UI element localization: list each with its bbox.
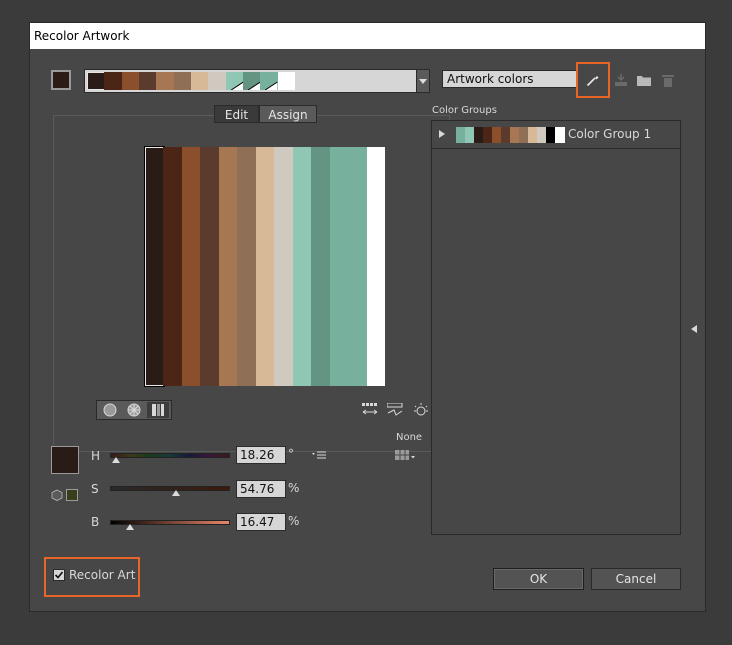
strip-color-cell[interactable]: [156, 72, 175, 90]
find-colors-in-artwork-icon[interactable]: [411, 401, 431, 419]
color-bar[interactable]: [144, 146, 165, 387]
dialog-title: Recolor Artwork: [30, 23, 705, 49]
color-bar[interactable]: [200, 147, 220, 386]
eyedropper-icon[interactable]: [582, 69, 604, 91]
color-bar[interactable]: [181, 147, 201, 386]
tab-edit[interactable]: Edit: [214, 105, 259, 123]
preset-dropdown[interactable]: Artwork colors: [442, 70, 578, 88]
randomly-change-order-icon[interactable]: [360, 401, 380, 419]
color-groups-header: Color Groups: [432, 105, 497, 116]
strip-color-cell[interactable]: [104, 72, 123, 90]
brightness-unit: %: [288, 514, 300, 528]
b-label: B: [91, 515, 100, 529]
preset-dropdown-label: Artwork colors: [447, 72, 534, 86]
slider-menu-icon[interactable]: [311, 449, 327, 461]
color-bar[interactable]: [274, 147, 294, 386]
h-label: H: [91, 449, 101, 463]
color-bar[interactable]: [218, 147, 238, 386]
color-bar[interactable]: [366, 147, 386, 386]
strip-color-cell[interactable]: [208, 72, 227, 90]
strip-dropdown-button[interactable]: [416, 69, 430, 93]
randomly-change-saturation-icon[interactable]: [385, 401, 405, 419]
edit-panel: Edit Assign: [53, 105, 450, 452]
color-bar[interactable]: [311, 147, 331, 386]
color-group-row[interactable]: Color Group 1: [432, 121, 680, 149]
color-bar[interactable]: [163, 147, 183, 386]
color-group-name: Color Group 1: [568, 127, 652, 141]
hue-unit: °: [288, 447, 294, 461]
strip-color-cell[interactable]: [277, 72, 296, 90]
collapse-panel-icon[interactable]: [688, 323, 700, 335]
chevron-down-icon: [417, 70, 429, 92]
save-color-group-icon[interactable]: [613, 72, 629, 88]
hue-slider-thumb[interactable]: [112, 457, 120, 463]
active-colors-strip[interactable]: [84, 69, 418, 93]
group-color-cell: [555, 127, 565, 143]
strip-color-cell[interactable]: [173, 72, 192, 90]
strip-color-cell[interactable]: [191, 72, 209, 90]
current-color-swatch[interactable]: [51, 70, 71, 90]
trash-icon[interactable]: [660, 72, 676, 88]
color-group-swatches[interactable]: [456, 127, 565, 143]
none-label: None: [396, 432, 423, 443]
selected-color-swatch[interactable]: [51, 446, 79, 474]
tab-assign[interactable]: Assign: [259, 105, 317, 123]
smooth-color-wheel-icon[interactable]: [99, 402, 121, 418]
segmented-color-wheel-icon[interactable]: [123, 402, 145, 418]
gamut-warning-swatch[interactable]: [66, 489, 78, 501]
saturation-slider-thumb[interactable]: [171, 490, 180, 496]
ok-button[interactable]: OK: [493, 568, 584, 590]
color-bars-view-icon[interactable]: [147, 402, 169, 418]
view-toggle-group: [96, 400, 172, 420]
strip-color-cell[interactable]: [87, 72, 105, 90]
strip-color-cell[interactable]: [260, 72, 279, 90]
strip-color-cell[interactable]: [121, 72, 140, 90]
recolor-art-label: Recolor Art: [69, 568, 136, 582]
recolor-art-checkbox[interactable]: [53, 569, 65, 581]
checkmark-icon: [54, 570, 64, 580]
s-label: S: [91, 482, 99, 496]
strip-color-cell[interactable]: [139, 72, 157, 90]
color-bar[interactable]: [329, 147, 368, 386]
color-bar[interactable]: [255, 147, 275, 386]
out-of-gamut-cube-icon[interactable]: [50, 488, 64, 502]
color-groups-panel: Color Group 1: [431, 120, 681, 535]
recolor-artwork-dialog: Recolor Artwork Artwork colors Edit Assi…: [29, 22, 706, 612]
cancel-button[interactable]: Cancel: [591, 568, 681, 590]
color-library-icon[interactable]: [394, 447, 418, 463]
saturation-slider-track[interactable]: [110, 486, 230, 491]
saturation-value-field[interactable]: 54.76: [236, 480, 286, 498]
color-bar[interactable]: [292, 147, 312, 386]
saturation-unit: %: [288, 481, 300, 495]
brightness-slider-thumb[interactable]: [125, 524, 134, 530]
new-folder-icon[interactable]: [636, 72, 652, 88]
disclosure-triangle-icon[interactable]: [436, 127, 448, 141]
hue-slider-track[interactable]: [110, 453, 230, 458]
hue-value-field[interactable]: 18.26: [236, 446, 286, 464]
color-bar[interactable]: [237, 147, 257, 386]
strip-color-cell[interactable]: [243, 72, 261, 90]
color-bars[interactable]: [144, 146, 386, 387]
strip-color-cell[interactable]: [225, 72, 244, 90]
brightness-value-field[interactable]: 16.47: [236, 513, 286, 531]
